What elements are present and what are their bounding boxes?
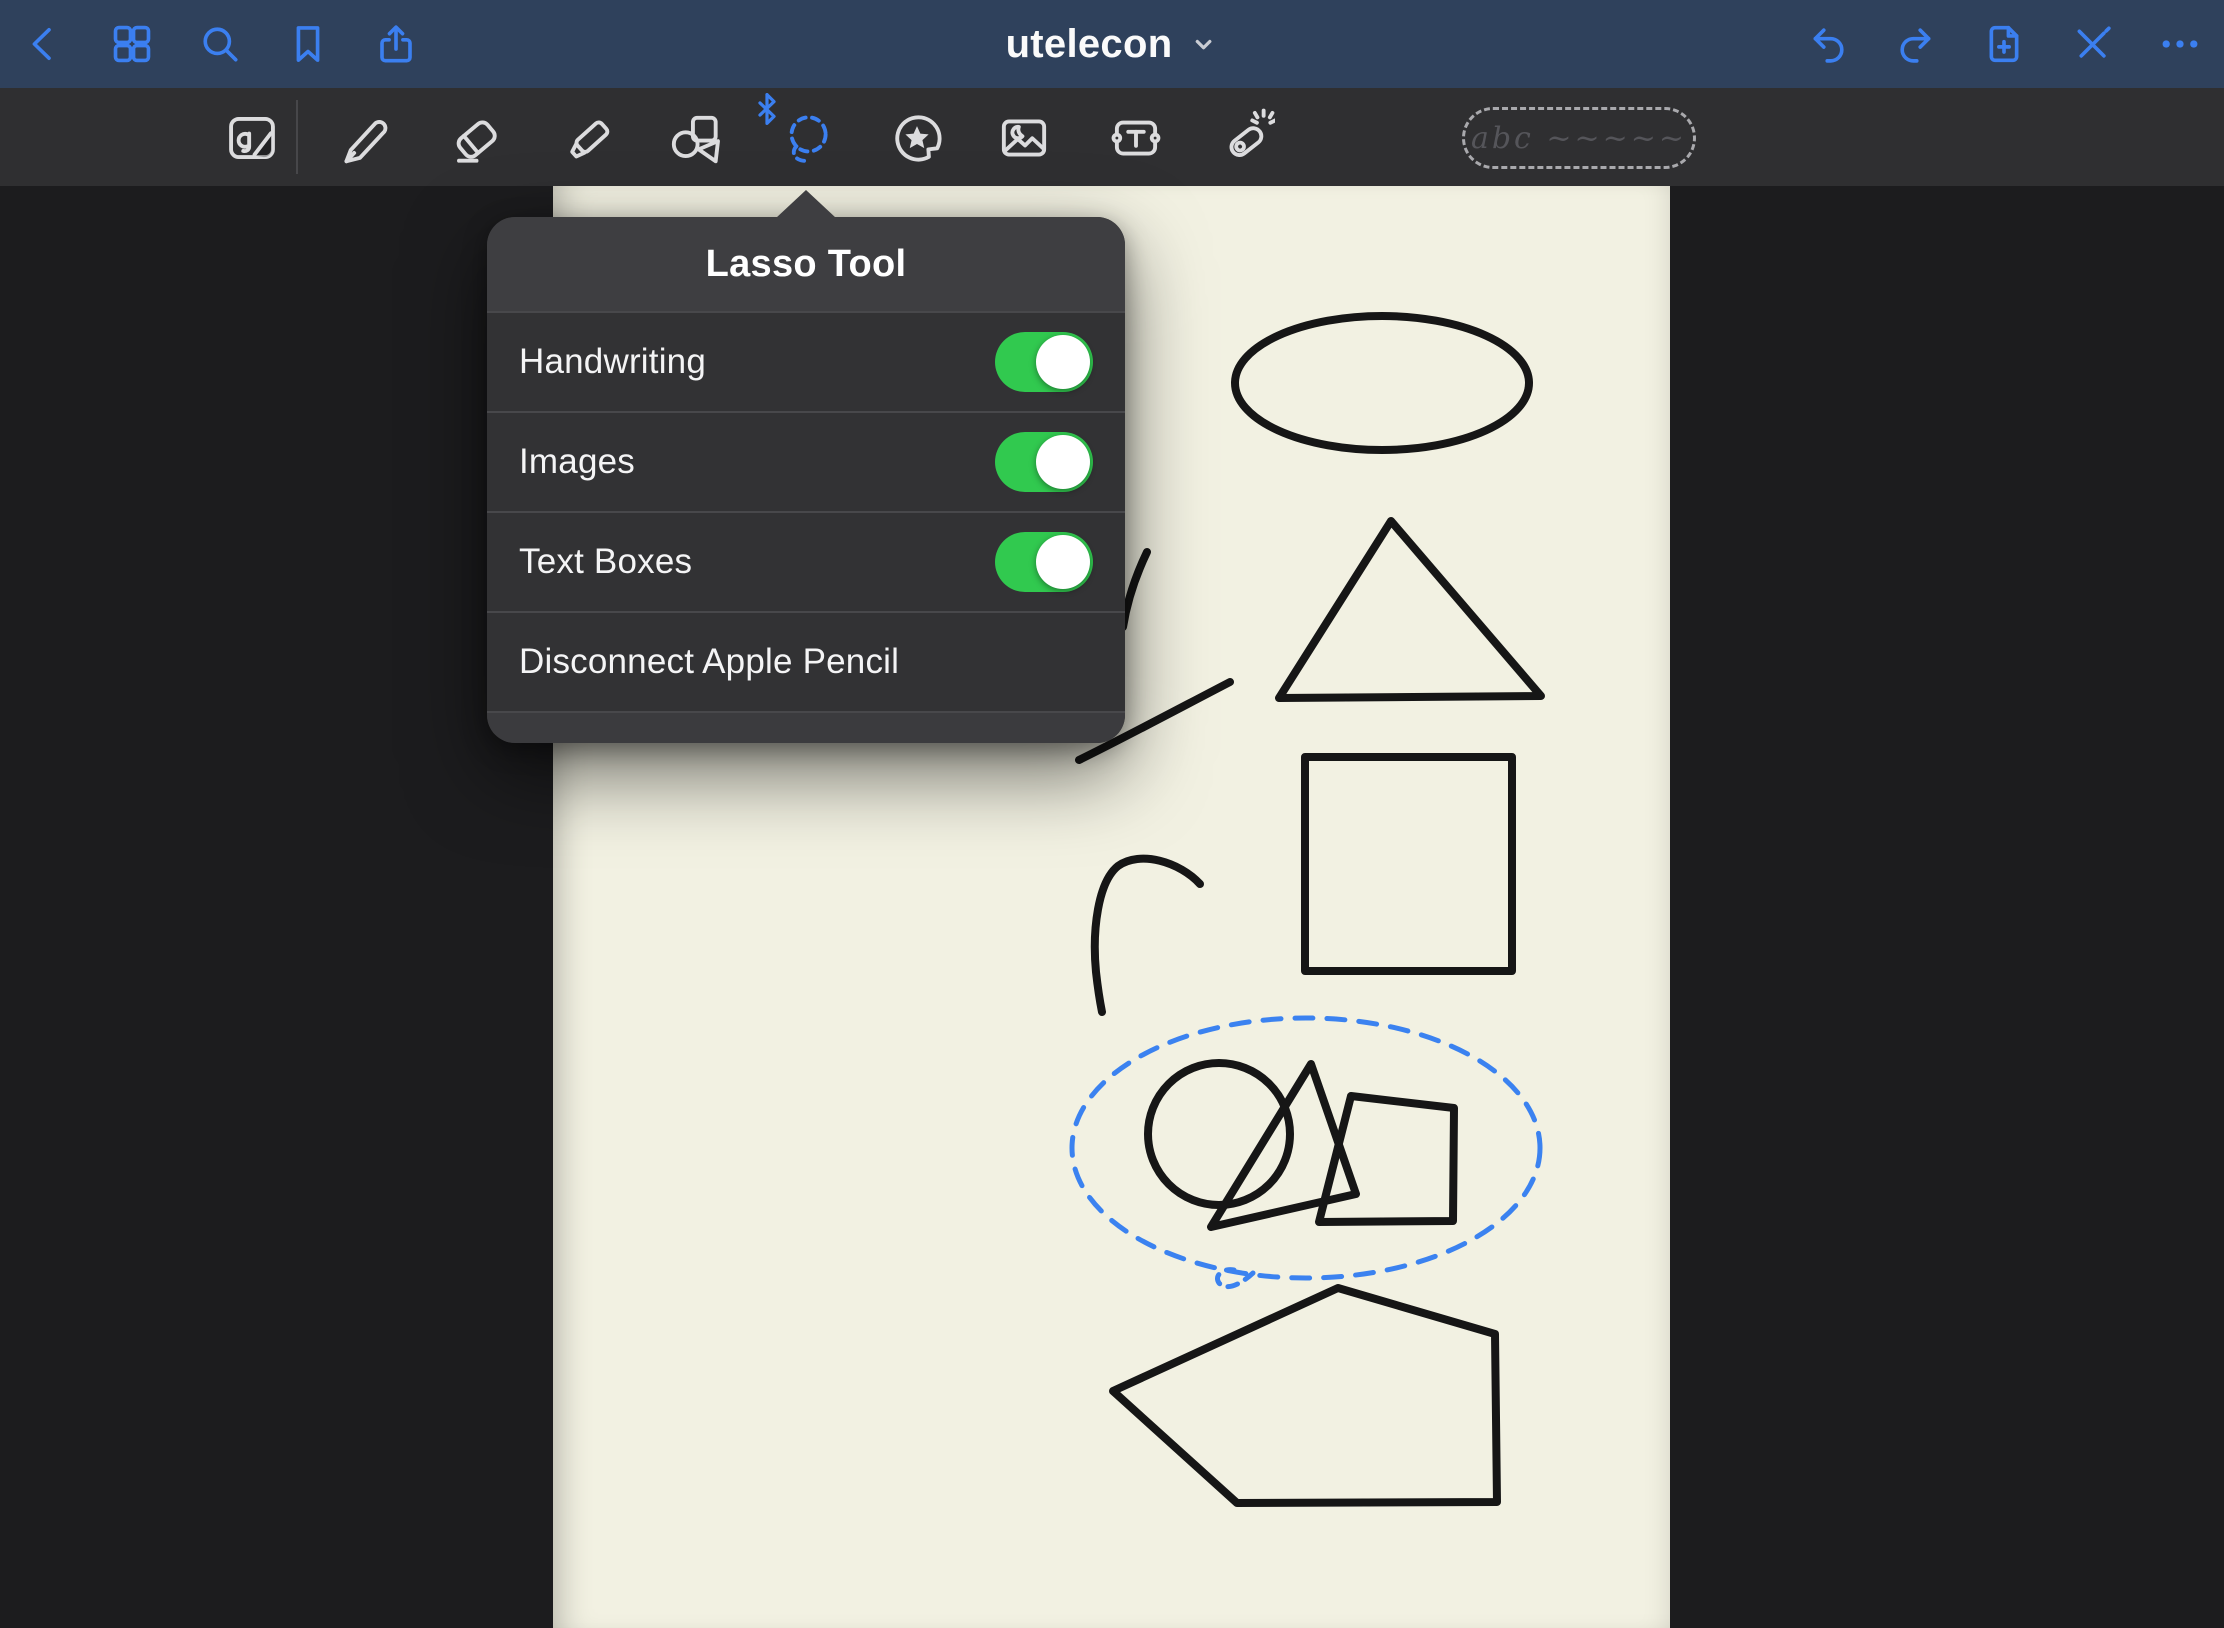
row-images[interactable]: Images: [487, 413, 1125, 513]
tools-toolbar: abc ~~~~~: [0, 88, 2224, 186]
thumbnails-button[interactable]: [108, 20, 156, 68]
tool-read-mode[interactable]: [219, 105, 285, 171]
tool-pen[interactable]: [331, 105, 397, 171]
tool-image[interactable]: [991, 105, 1057, 171]
more-button[interactable]: [2156, 20, 2204, 68]
bluetooth-icon: [757, 93, 777, 125]
add-page-icon: [1981, 21, 2027, 67]
redo-icon: [1893, 21, 1939, 67]
row-label: Handwriting: [519, 342, 706, 382]
tool-lasso[interactable]: [773, 105, 839, 171]
handwriting-toggle[interactable]: [995, 332, 1093, 392]
highlighter-icon: [556, 107, 618, 169]
sticker-icon: [886, 107, 948, 169]
text-boxes-toggle[interactable]: [995, 532, 1093, 592]
shapes-icon: [664, 107, 726, 169]
tool-eraser[interactable]: [442, 105, 508, 171]
search-button[interactable]: [196, 20, 244, 68]
lasso-tool-popup: Lasso Tool Handwriting Images Text Boxes…: [487, 217, 1125, 743]
bookmark-button[interactable]: [284, 20, 332, 68]
tool-laser-pointer[interactable]: [1211, 105, 1277, 171]
nav-right-group: [1804, 20, 2204, 68]
toggle-knob: [1036, 435, 1090, 489]
read-mode-icon: [221, 107, 283, 169]
share-button[interactable]: [372, 20, 420, 68]
text-icon: [1105, 107, 1167, 169]
search-icon: [197, 21, 243, 67]
row-label: Images: [519, 442, 635, 482]
row-handwriting[interactable]: Handwriting: [487, 313, 1125, 413]
tool-shapes[interactable]: [662, 105, 728, 171]
add-page-button[interactable]: [1980, 20, 2028, 68]
popup-arrow: [776, 190, 836, 218]
navigation-bar: utelecon: [0, 0, 2224, 88]
popup-header: Lasso Tool: [487, 217, 1125, 313]
document-title-button[interactable]: utelecon: [1006, 0, 1219, 88]
laser-pointer-icon: [1213, 107, 1275, 169]
lasso-icon: [775, 107, 837, 169]
popup-title: Lasso Tool: [706, 243, 907, 286]
undo-icon: [1805, 21, 1851, 67]
tool-text[interactable]: [1103, 105, 1169, 171]
images-toggle[interactable]: [995, 432, 1093, 492]
row-label: Text Boxes: [519, 542, 692, 582]
redo-button[interactable]: [1892, 20, 1940, 68]
handwriting-pad[interactable]: abc ~~~~~: [1462, 107, 1696, 169]
tool-sticker[interactable]: [884, 105, 950, 171]
handwriting-pad-text: abc ~~~~~: [1471, 121, 1687, 156]
eraser-icon: [444, 107, 506, 169]
goodnotes-app: utelecon: [0, 0, 2224, 1628]
popup-footer: [487, 713, 1125, 743]
toolbar-divider: [296, 100, 298, 174]
thumbnails-grid-icon: [109, 21, 155, 67]
back-chevron-icon: [21, 21, 67, 67]
disconnect-apple-pencil-button[interactable]: Disconnect Apple Pencil: [487, 613, 1125, 713]
more-ellipsis-icon: [2157, 21, 2203, 67]
pen-icon: [333, 107, 395, 169]
bookmark-icon: [285, 21, 331, 67]
toggle-knob: [1036, 335, 1090, 389]
toggle-knob: [1036, 535, 1090, 589]
document-title: utelecon: [1006, 22, 1173, 67]
back-button[interactable]: [20, 20, 68, 68]
row-label: Disconnect Apple Pencil: [519, 642, 899, 682]
pen-off-button[interactable]: [2068, 20, 2116, 68]
row-text-boxes[interactable]: Text Boxes: [487, 513, 1125, 613]
share-icon: [373, 21, 419, 67]
chevron-down-icon: [1188, 29, 1218, 59]
undo-button[interactable]: [1804, 20, 1852, 68]
nav-left-group: [20, 20, 420, 68]
image-icon: [993, 107, 1055, 169]
tool-highlighter[interactable]: [554, 105, 620, 171]
pen-off-icon: [2069, 21, 2115, 67]
